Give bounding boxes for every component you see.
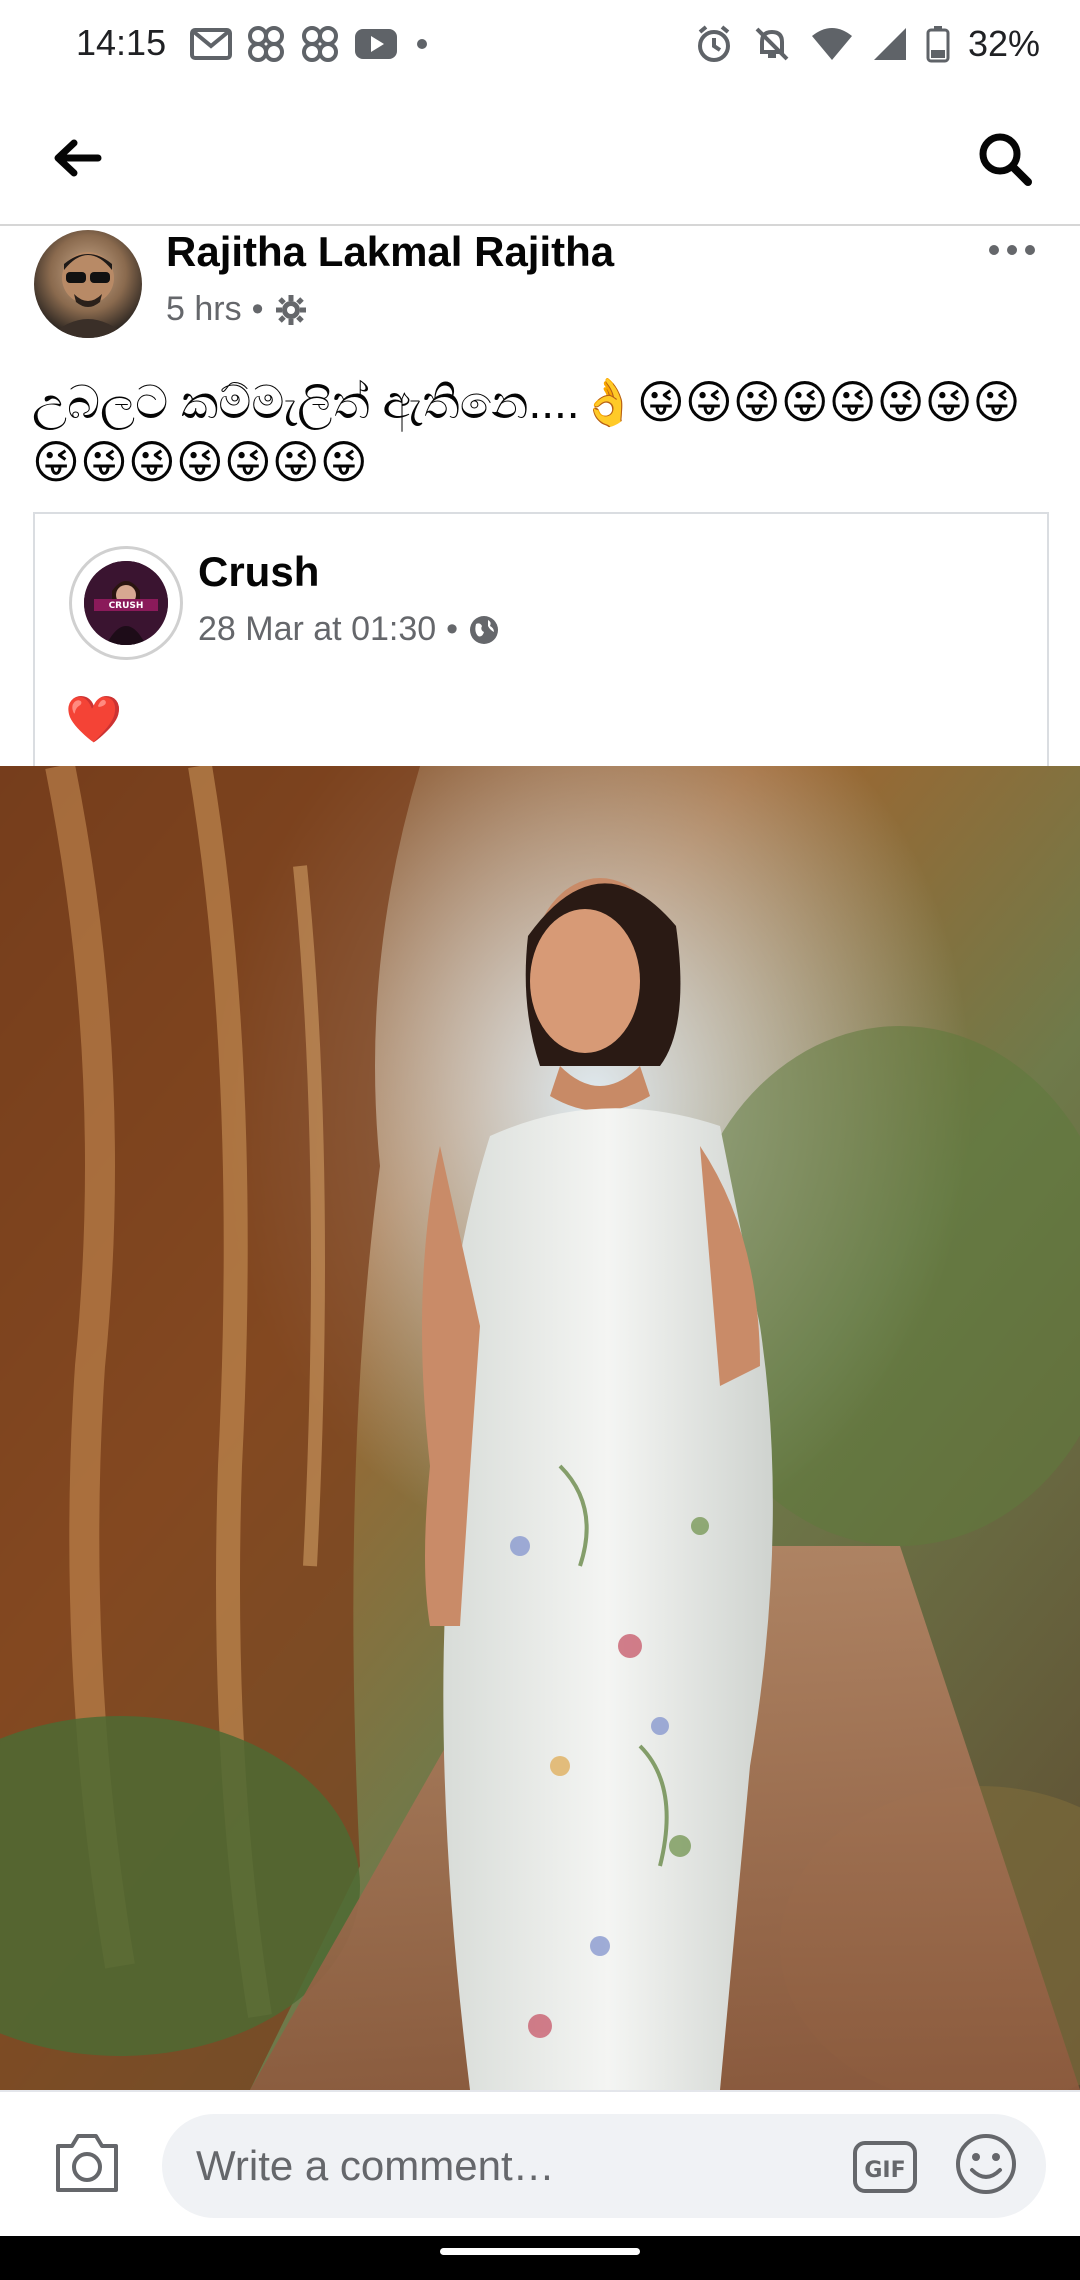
post-meta: 5 hrs •: [166, 290, 308, 329]
home-indicator[interactable]: [440, 2248, 640, 2255]
author-avatar[interactable]: [34, 230, 142, 338]
meta-separator: •: [251, 290, 264, 328]
battery-icon: [926, 26, 950, 63]
shared-post-card[interactable]: CRUSH Crush 28 Mar at 01:30 • ❤️: [33, 512, 1049, 768]
comment-placeholder: Write a comment…: [196, 2142, 555, 2189]
alarm-icon: [697, 25, 730, 62]
comment-bar: Write a comment… GIF: [0, 2090, 1080, 2238]
post-time[interactable]: 5 hrs: [166, 290, 242, 329]
crush-logo: CRUSH: [84, 561, 168, 645]
wifi-icon: [811, 28, 852, 60]
gif-label: GIF: [864, 2158, 905, 2183]
signal-icon: [873, 28, 906, 60]
avatar-photo: [48, 252, 128, 338]
more-dots-icon: [989, 245, 1035, 255]
shared-post-meta: 28 Mar at 01:30 •: [198, 610, 500, 649]
post-photo[interactable]: [0, 766, 1080, 2090]
more-options-button[interactable]: [982, 230, 1042, 270]
crush-logo-text: CRUSH: [109, 601, 144, 611]
dot-icon: [417, 39, 427, 49]
gear-icon: [275, 294, 306, 325]
emoji-button[interactable]: [954, 2132, 1018, 2196]
search-button[interactable]: [970, 124, 1040, 194]
shared-page-avatar[interactable]: CRUSH: [69, 546, 183, 660]
mute-icon: [755, 27, 789, 61]
shared-avatar-image: CRUSH: [84, 561, 168, 645]
app-bar: [0, 90, 1080, 226]
system-nav-bar: [0, 2236, 1080, 2280]
photo-image: [0, 766, 1080, 2090]
author-name[interactable]: Rajitha Lakmal Rajitha: [166, 228, 614, 276]
battery-percent: 32%: [967, 23, 1040, 64]
search-icon: [979, 133, 1032, 186]
comment-input[interactable]: Write a comment… GIF: [162, 2114, 1046, 2218]
meta-separator: •: [446, 610, 459, 648]
gmail-icon: [190, 28, 232, 60]
youtube-icon: [355, 29, 397, 59]
shared-post-text: ❤️: [65, 693, 123, 745]
post-text: උබලට කම්මැලිත් ඇතිනෙ....👌😜😜😜😜😜😜😜😜😜😜😜😜😜😜😜: [32, 376, 1021, 488]
notification-icons: [190, 22, 432, 66]
globe-icon: [470, 615, 499, 644]
status-time: 14:15: [76, 22, 167, 63]
back-button[interactable]: [42, 128, 112, 188]
arrow-left-icon: [54, 139, 102, 177]
status-bar: 14:15 32%: [0, 0, 1080, 90]
smiley-icon: [956, 2134, 1016, 2194]
system-icons: 32%: [694, 22, 1040, 66]
camera-icon: [56, 2134, 118, 2192]
camera-button[interactable]: [52, 2132, 122, 2194]
app-icon: [248, 26, 284, 62]
gif-icon: GIF: [853, 2141, 917, 2193]
shared-page-name[interactable]: Crush: [198, 548, 319, 596]
shared-post-date[interactable]: 28 Mar at 01:30: [198, 610, 436, 649]
app-icon: [302, 26, 338, 62]
gif-button[interactable]: GIF: [852, 2140, 918, 2194]
